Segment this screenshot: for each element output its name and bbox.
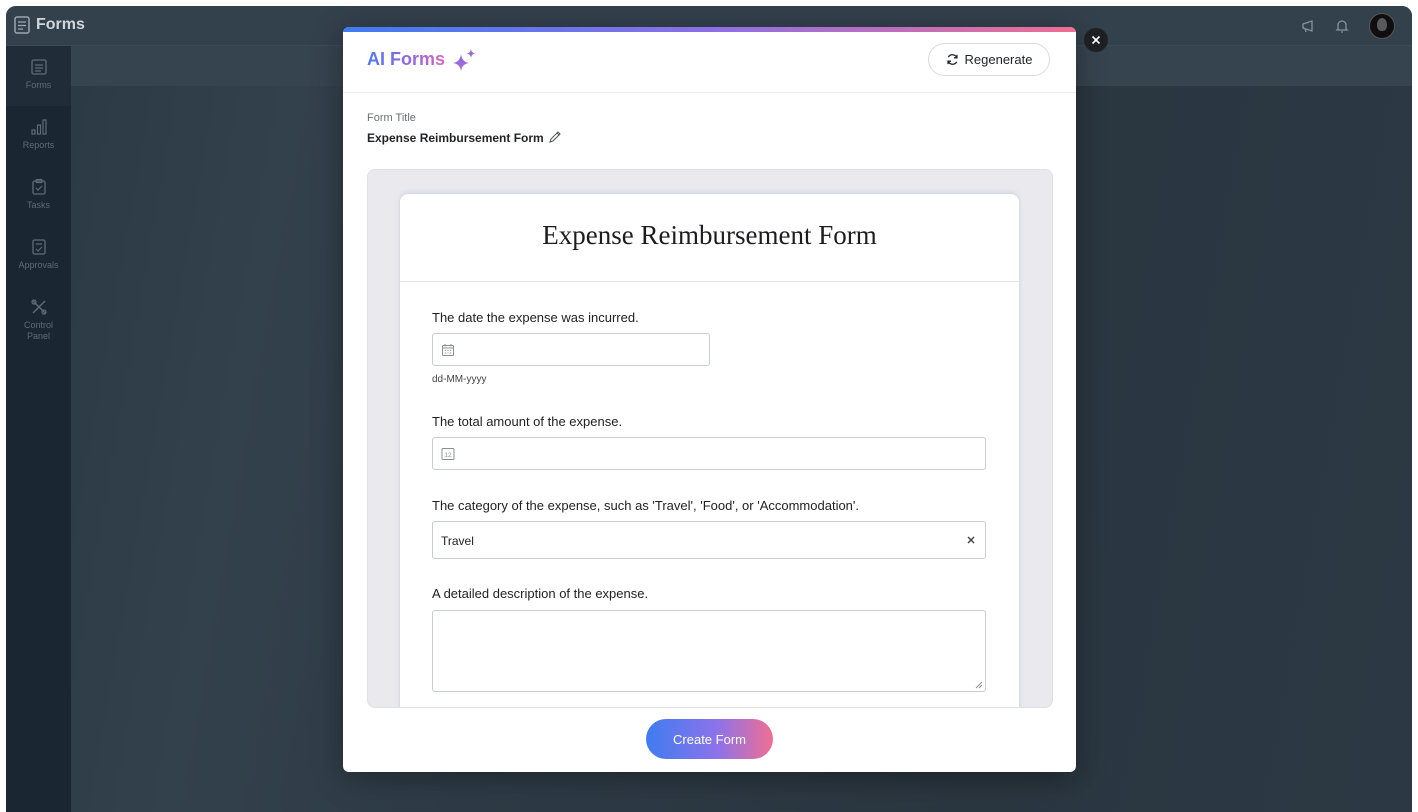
approvals-icon bbox=[31, 239, 46, 255]
date-format-hint: dd-MM-yyyy bbox=[432, 374, 487, 385]
reports-icon bbox=[30, 119, 47, 135]
control-panel-icon bbox=[30, 299, 47, 315]
sidebar-item-label: Reports bbox=[22, 140, 55, 150]
tasks-icon bbox=[31, 178, 46, 195]
pencil-icon[interactable] bbox=[548, 130, 562, 144]
amount-input[interactable]: 12 bbox=[432, 437, 986, 470]
description-field-label: A detailed description of the expense. bbox=[432, 586, 649, 601]
close-icon bbox=[1091, 35, 1101, 45]
sidebar-item-tasks[interactable]: Tasks bbox=[6, 178, 71, 211]
sidebar-item-forms[interactable]: Forms bbox=[6, 46, 71, 106]
sidebar-item-label: Approvals bbox=[18, 260, 59, 270]
sidebar-item-label: Tasks bbox=[26, 200, 50, 210]
preview-title-divider bbox=[400, 281, 1019, 282]
form-preview-page: Expense Reimbursement Form The date the … bbox=[400, 194, 1019, 707]
regenerate-button[interactable]: Regenerate bbox=[928, 43, 1050, 76]
sidebar-item-reports[interactable]: Reports bbox=[6, 118, 71, 151]
amount-field-label: The total amount of the expense. bbox=[432, 414, 623, 429]
close-modal-button[interactable] bbox=[1084, 28, 1108, 52]
category-select[interactable]: Travel bbox=[432, 521, 986, 559]
category-selected-value: Travel bbox=[441, 534, 474, 548]
create-form-button[interactable]: Create Form bbox=[646, 719, 773, 759]
bell-icon[interactable] bbox=[1334, 18, 1350, 34]
date-input[interactable] bbox=[432, 333, 710, 366]
svg-text:12: 12 bbox=[444, 452, 452, 459]
category-field-label: The category of the expense, such as 'Tr… bbox=[432, 498, 860, 513]
form-title-value: Expense Reimbursement Form bbox=[367, 131, 544, 145]
resize-grip-icon[interactable] bbox=[975, 681, 983, 689]
form-preview: Expense Reimbursement Form The date the … bbox=[367, 169, 1053, 708]
modal-accent-bar bbox=[343, 27, 1076, 32]
number-icon: 12 bbox=[441, 448, 455, 460]
announcement-icon[interactable] bbox=[1301, 18, 1317, 34]
sidebar-item-control-panel[interactable]: Control Panel bbox=[6, 298, 71, 342]
form-title-label: Form Title bbox=[367, 112, 416, 124]
app-name: Forms bbox=[36, 16, 85, 33]
preview-form-title: Expense Reimbursement Form bbox=[542, 220, 877, 250]
ai-forms-modal: AI Forms Regenerate Form Title Expense R… bbox=[343, 27, 1076, 772]
avatar[interactable] bbox=[1369, 13, 1395, 39]
sidebar: Forms Reports Tasks Approvals Control Pa… bbox=[6, 46, 71, 812]
close-icon[interactable] bbox=[965, 534, 977, 546]
modal-header-divider bbox=[343, 92, 1076, 93]
sidebar-item-label: Forms bbox=[25, 80, 52, 90]
forms-icon bbox=[30, 59, 47, 75]
sidebar-item-approvals[interactable]: Approvals bbox=[6, 238, 71, 271]
calendar-icon bbox=[442, 344, 454, 356]
refresh-icon bbox=[946, 54, 958, 65]
sparkle-icon bbox=[453, 49, 475, 71]
date-field-label: The date the expense was incurred. bbox=[432, 310, 639, 325]
sidebar-item-label: Panel bbox=[26, 331, 51, 341]
sidebar-item-label: Control bbox=[23, 320, 53, 330]
regenerate-label: Regenerate bbox=[964, 52, 1033, 67]
forms-logo-icon bbox=[14, 16, 30, 34]
description-textarea[interactable] bbox=[432, 610, 986, 692]
modal-title: AI Forms bbox=[367, 49, 446, 69]
